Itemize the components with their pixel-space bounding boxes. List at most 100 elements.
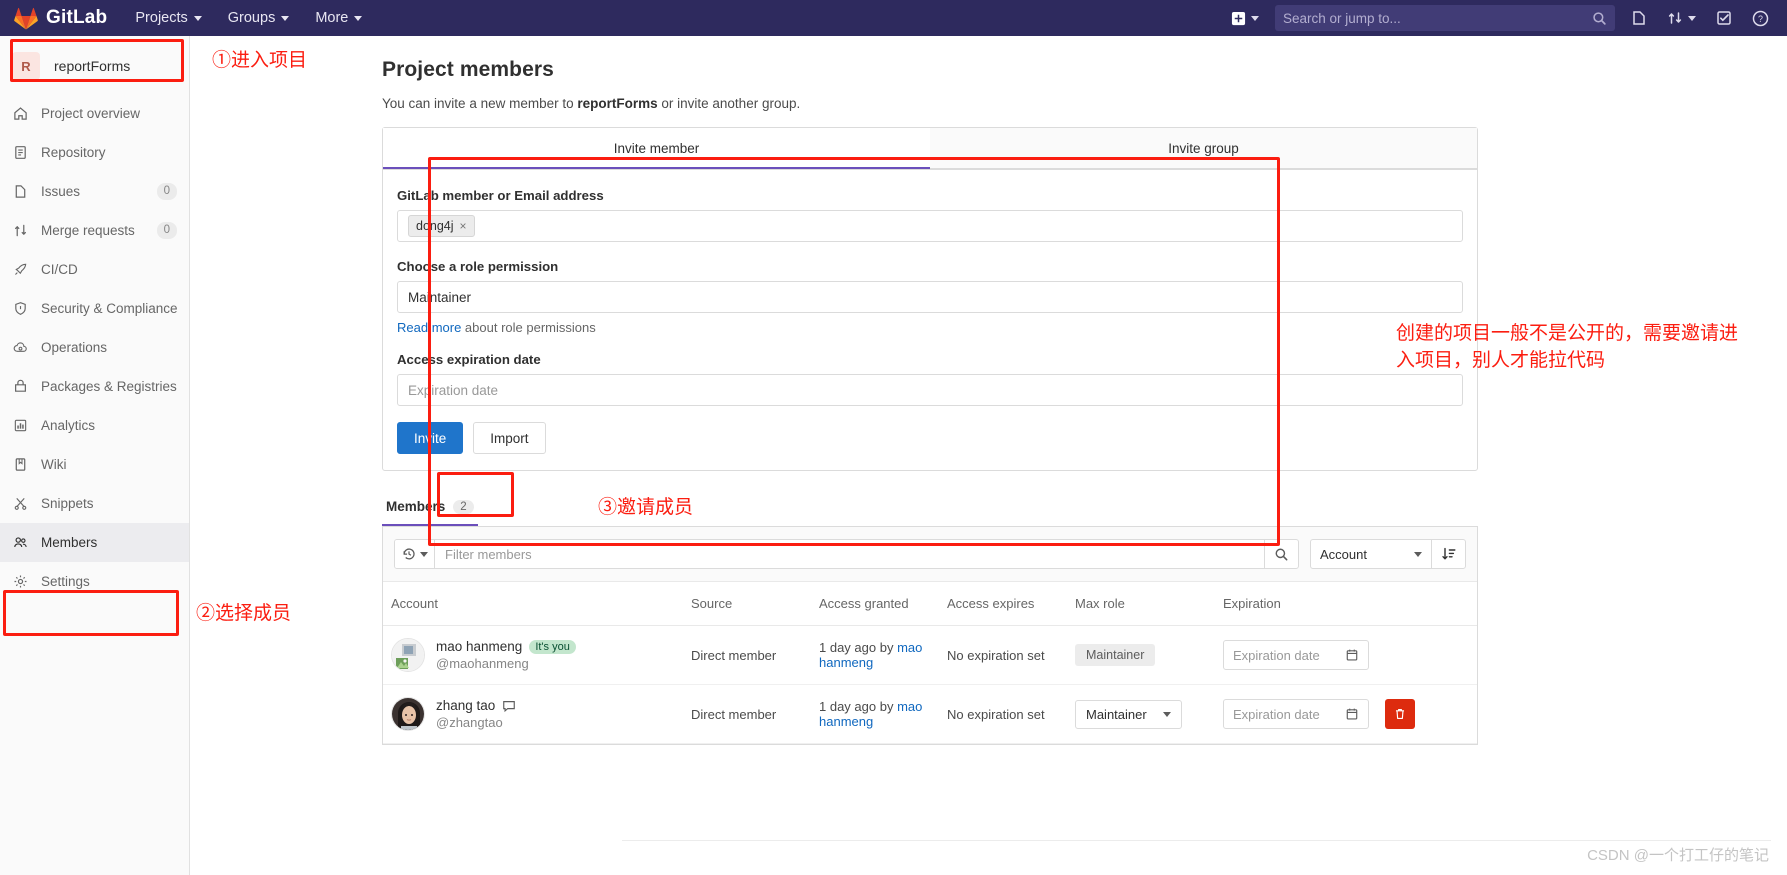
table-header-row: Account Source Access granted Access exp… [383, 582, 1477, 626]
nav-item-more-label: More [315, 10, 349, 26]
issues-button[interactable] [1621, 0, 1657, 36]
chevron-down-icon [281, 15, 290, 21]
invite-form: GitLab member or Email address dong4j × … [383, 170, 1477, 470]
member-token[interactable]: dong4j × [408, 215, 475, 237]
chevron-down-icon [1251, 15, 1259, 21]
help-button[interactable]: ? [1742, 0, 1779, 36]
new-item-button[interactable] [1221, 0, 1269, 36]
expiration-cell-wrap: Expiration date [1223, 699, 1469, 729]
search-icon [1275, 548, 1288, 560]
issues-icon [1633, 11, 1645, 25]
search-input[interactable] [1283, 10, 1592, 26]
role-dropdown[interactable]: Maintainer [1075, 699, 1182, 729]
sidebar-item-packages-registries[interactable]: Packages & Registries [0, 367, 189, 406]
page-title: Project members [382, 58, 554, 81]
project-name-label: reportForms [54, 58, 131, 74]
col-access-granted: Access granted [811, 582, 939, 626]
search-icon[interactable] [1592, 11, 1607, 26]
members-sort-group: Account [1310, 539, 1466, 569]
sidebar-item-label: CI/CD [41, 262, 78, 277]
global-search-box[interactable] [1275, 5, 1615, 31]
invite-form-actions: Invite Import [397, 422, 1463, 454]
merge-requests-button[interactable] [1657, 0, 1706, 36]
cell-expiration: Expiration date [1215, 625, 1477, 685]
nav-item-groups[interactable]: Groups [228, 10, 290, 26]
tab-members[interactable]: Members 2 [382, 491, 478, 526]
sidebar-item-ci-cd[interactable]: CI/CD [0, 250, 189, 289]
todos-button[interactable] [1706, 0, 1742, 36]
avatar[interactable] [391, 697, 425, 731]
issues-icon [12, 184, 28, 200]
avatar[interactable] [391, 638, 425, 672]
member-name-line: mao hanmeng It's you [436, 639, 576, 654]
row-expiration-input[interactable]: Expiration date [1223, 640, 1369, 670]
sidebar-item-members[interactable]: Members [0, 523, 189, 562]
expiration-date-input[interactable]: Expiration date [397, 374, 1463, 406]
member-name: zhang tao [436, 698, 496, 713]
cell-access-granted: 1 day ago by mao hanmeng [811, 684, 939, 744]
col-expiration: Expiration [1215, 582, 1477, 626]
import-button[interactable]: Import [473, 422, 546, 454]
plus-square-icon [1231, 11, 1246, 25]
close-icon[interactable]: × [460, 219, 467, 233]
tab-invite-member-label: Invite member [613, 141, 700, 156]
calendar-icon [1346, 708, 1358, 720]
sidebar-item-wiki[interactable]: Wiki [0, 445, 189, 484]
remove-member-button[interactable] [1385, 699, 1415, 729]
sidebar-item-label: Issues [41, 184, 81, 199]
sidebar-item-merge-requests[interactable]: Merge requests 0 [0, 211, 189, 250]
member-account: zhang tao @zhangtao [391, 697, 675, 731]
filter-members-input[interactable] [435, 540, 1264, 568]
members-panel: Account Accoun [382, 527, 1478, 745]
cell-source: Direct member [683, 625, 811, 685]
sidebar-item-issues[interactable]: Issues 0 [0, 172, 189, 211]
gitlab-logo[interactable]: GitLab [14, 7, 107, 30]
sort-descending-icon [1441, 547, 1455, 560]
table-row: mao hanmeng It's you @maohanmeng Direct … [383, 625, 1477, 685]
filter-search-button[interactable] [1264, 540, 1298, 568]
nav-item-projects[interactable]: Projects [135, 10, 202, 26]
watermark-text: CSDN @一个打工仔的笔记 [1587, 847, 1769, 864]
home-icon [12, 106, 28, 122]
field-spacer [397, 335, 1463, 352]
sidebar-project-header[interactable]: R reportForms [0, 42, 189, 90]
member-account: mao hanmeng It's you @maohanmeng [391, 638, 675, 672]
invite-button[interactable]: Invite [397, 422, 464, 454]
member-name-line: zhang tao [436, 698, 516, 713]
sidebar-item-security-compliance[interactable]: Security & Compliance [0, 289, 189, 328]
sidebar-item-label: Project overview [41, 106, 141, 121]
tab-invite-member[interactable]: Invite member [383, 128, 930, 169]
sidebar-item-label: Members [41, 535, 98, 550]
read-more-link[interactable]: Read more [397, 320, 461, 335]
cell-access-expires: No expiration set [939, 625, 1067, 685]
chevron-down-icon [354, 15, 363, 21]
sidebar-item-repository[interactable]: Repository [0, 133, 189, 172]
tab-invite-group[interactable]: Invite group [930, 128, 1477, 169]
sidebar-item-snippets[interactable]: Snippets [0, 484, 189, 523]
row-expiration-placeholder: Expiration date [1233, 647, 1320, 663]
cell-expiration: Expiration date [1215, 684, 1477, 744]
row-expiration-input[interactable]: Expiration date [1223, 699, 1369, 729]
nav-item-more[interactable]: More [315, 10, 363, 26]
sidebar-item-operations[interactable]: Operations [0, 328, 189, 367]
sort-direction-button[interactable] [1431, 540, 1465, 568]
member-select-input[interactable]: dong4j × [397, 210, 1463, 242]
cell-access-expires: No expiration set [939, 684, 1067, 744]
sidebar-item-label: Settings [41, 574, 90, 589]
members-table-head: Account Source Access granted Access exp… [383, 582, 1477, 626]
breadcrumb-spacer [382, 50, 1787, 58]
chevron-down-icon [1162, 711, 1171, 717]
scissors-icon [12, 496, 28, 512]
expiration-cell-wrap: Expiration date [1223, 640, 1469, 670]
role-select[interactable]: Maintainer [397, 281, 1463, 313]
filter-history-button[interactable] [395, 540, 435, 568]
comment-icon[interactable] [502, 699, 516, 713]
sort-field-select[interactable]: Account [1311, 540, 1431, 568]
chevron-down-icon [1688, 15, 1696, 21]
sidebar-item-analytics[interactable]: Analytics [0, 406, 189, 445]
chevron-down-icon [193, 15, 202, 21]
sidebar-item-project-overview[interactable]: Project overview [0, 94, 189, 133]
sidebar-item-settings[interactable]: Settings [0, 562, 189, 601]
cell-account: mao hanmeng It's you @maohanmeng [383, 625, 683, 685]
avatar-image [392, 698, 424, 730]
